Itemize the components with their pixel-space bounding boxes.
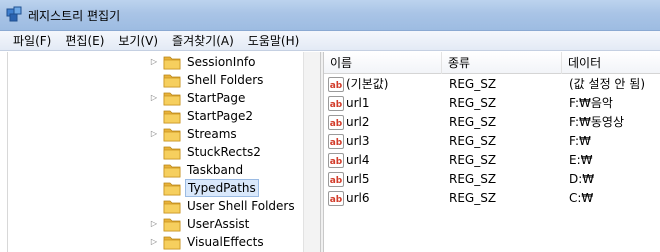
value-row[interactable]: ab (기본값) REG_SZ (값 설정 안 됨) [324, 75, 660, 94]
menu-file[interactable]: 파일(F) [6, 32, 58, 50]
value-data: C:₩ [569, 191, 594, 205]
column-header-data[interactable]: 데이터 [562, 52, 660, 74]
tree-item-label: Shell Folders [187, 73, 264, 87]
svg-text:ab: ab [330, 157, 343, 167]
string-value-ab-icon: ab [328, 191, 344, 206]
tree-item[interactable]: ▷ StartPage [0, 89, 300, 107]
tree-item-label: UserAssist [187, 217, 250, 231]
svg-text:ab: ab [330, 138, 343, 148]
window-title: 레지스트리 편집기 [28, 9, 121, 23]
value-name: (기본값) [346, 77, 389, 91]
svg-text:ab: ab [330, 81, 343, 91]
value-list[interactable]: 이름 종류 데이터 ab (기본값) REG_SZ (값 설정 안 됨) ab url1 R… [324, 52, 660, 252]
folder-icon [163, 216, 181, 232]
value-row[interactable]: ab url6 REG_SZ C:₩ [324, 189, 660, 208]
folder-icon [163, 180, 181, 196]
expand-arrow-icon[interactable]: ▷ [150, 238, 158, 246]
value-name: url4 [346, 153, 370, 167]
tree-item-label: VisualEffects [187, 235, 264, 249]
string-value-ab-icon: ab [328, 115, 344, 130]
tree-item-label: StuckRects2 [187, 145, 261, 159]
string-value-ab-icon: ab [328, 96, 344, 111]
tree-item[interactable]: ▷ SessionInfo [0, 53, 300, 71]
tree-item[interactable]: ▷ VisualEffects [0, 233, 300, 251]
string-value-ab-icon: ab [328, 172, 344, 187]
menu-favorites[interactable]: 즐겨찾기(A) [165, 32, 241, 50]
expand-arrow-icon[interactable]: ▷ [150, 94, 158, 102]
tree-item[interactable]: TypedPaths [0, 179, 300, 197]
folder-icon [163, 108, 181, 124]
key-tree[interactable]: ▷ SessionInfo Shell Folders ▷ StartPage Start… [0, 52, 316, 252]
value-data: E:₩ [569, 153, 593, 167]
folder-icon [163, 144, 181, 160]
string-value-ab-icon: ab [328, 153, 344, 168]
value-type: REG_SZ [449, 153, 497, 167]
tree-item-label: StartPage [187, 91, 246, 105]
tree-item[interactable]: ▷ Streams [0, 125, 300, 143]
value-type: REG_SZ [449, 191, 497, 205]
string-value-ab-icon: ab [328, 77, 344, 92]
tree-item-label: Taskband [187, 163, 244, 177]
value-row[interactable]: ab url2 REG_SZ F:₩동영상 [324, 113, 660, 132]
value-name: url3 [346, 134, 370, 148]
value-name: url5 [346, 172, 370, 186]
expand-arrow-icon[interactable]: ▷ [150, 220, 158, 228]
menu-help[interactable]: 도움말(H) [241, 32, 307, 50]
column-header-type[interactable]: 종류 [442, 52, 562, 74]
menu-edit[interactable]: 편집(E) [58, 32, 111, 50]
svg-text:ab: ab [330, 195, 343, 205]
value-data: F:₩동영상 [569, 115, 624, 129]
value-data: (값 설정 안 됨) [569, 77, 646, 91]
value-type: REG_SZ [449, 172, 497, 186]
value-row[interactable]: ab url5 REG_SZ D:₩ [324, 170, 660, 189]
title-bar: 레지스트리 편집기 [0, 0, 660, 31]
value-row[interactable]: ab url3 REG_SZ F:₩ [324, 132, 660, 151]
tree-scrollbar[interactable] [303, 52, 320, 252]
registry-editor-icon [6, 6, 22, 22]
value-name: url2 [346, 115, 370, 129]
tree-item-label: TypedPaths [185, 179, 259, 197]
tree-item[interactable]: StartPage2 [0, 107, 300, 125]
value-row[interactable]: ab url1 REG_SZ F:₩음악 [324, 94, 660, 113]
expand-arrow-icon[interactable]: ▷ [150, 130, 158, 138]
svg-text:ab: ab [330, 100, 343, 110]
tree-item[interactable]: Taskband [0, 161, 300, 179]
menu-view[interactable]: 보기(V) [111, 32, 165, 50]
tree-item-label: SessionInfo [187, 55, 256, 69]
value-type: REG_SZ [449, 134, 497, 148]
tree-item-label: User Shell Folders [187, 199, 295, 213]
menu-bar: 파일(F) 편집(E) 보기(V) 즐겨찾기(A) 도움말(H) [0, 31, 660, 51]
tree-item[interactable]: StuckRects2 [0, 143, 300, 161]
value-data: F:₩음악 [569, 96, 613, 110]
tree-item[interactable]: User Shell Folders [0, 197, 300, 215]
value-type: REG_SZ [449, 77, 497, 91]
folder-icon [163, 90, 181, 106]
folder-icon [163, 162, 181, 178]
value-name: url6 [346, 191, 370, 205]
value-name: url1 [346, 96, 370, 110]
tree-item[interactable]: ▷ UserAssist [0, 215, 300, 233]
list-header: 이름 종류 데이터 [324, 52, 660, 74]
svg-text:ab: ab [330, 176, 343, 186]
string-value-ab-icon: ab [328, 134, 344, 149]
folder-icon [163, 126, 181, 142]
svg-text:ab: ab [330, 119, 343, 129]
column-header-name[interactable]: 이름 [324, 52, 442, 74]
tree-item-label: StartPage2 [187, 109, 253, 123]
value-data: D:₩ [569, 172, 595, 186]
value-type: REG_SZ [449, 96, 497, 110]
expand-arrow-icon[interactable]: ▷ [150, 58, 158, 66]
tree-item[interactable]: Shell Folders [0, 71, 300, 89]
value-row[interactable]: ab url4 REG_SZ E:₩ [324, 151, 660, 170]
folder-icon [163, 198, 181, 214]
tree-item-label: Streams [187, 127, 237, 141]
value-type: REG_SZ [449, 115, 497, 129]
folder-icon [163, 72, 181, 88]
folder-icon [163, 234, 181, 250]
value-data: F:₩ [569, 134, 591, 148]
folder-icon [163, 54, 181, 70]
